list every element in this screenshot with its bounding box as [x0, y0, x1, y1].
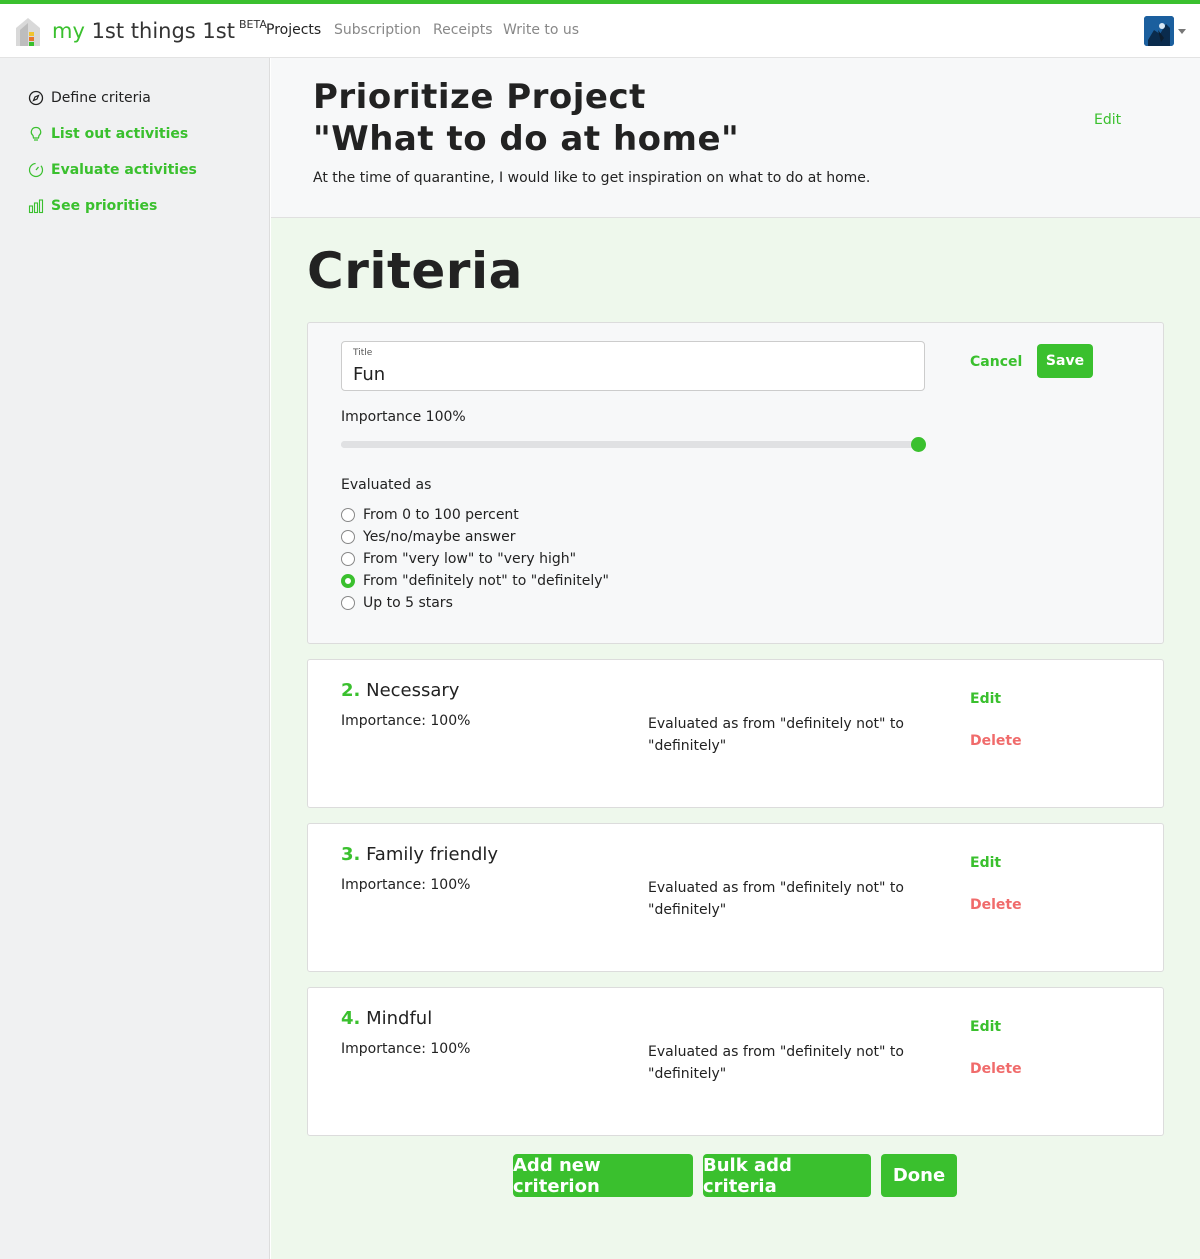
- save-button[interactable]: Save: [1037, 344, 1093, 378]
- nav-receipts[interactable]: Receipts: [433, 22, 493, 38]
- brand-name[interactable]: my 1st things 1st BETA: [52, 18, 267, 43]
- criterion-number: 3.: [341, 844, 361, 865]
- title-field-label: Title: [353, 348, 373, 358]
- avatar[interactable]: [1144, 16, 1174, 46]
- evaluation-options: From 0 to 100 percent Yes/no/maybe answe…: [341, 504, 609, 614]
- edit-criterion-button[interactable]: Edit: [970, 1019, 1001, 1035]
- top-navbar: my 1st things 1st BETA Projects Subscript…: [0, 4, 1200, 58]
- sidebar-item-see-priorities[interactable]: See priorities: [28, 196, 157, 216]
- criterion-importance: Importance: 100%: [341, 1041, 471, 1057]
- gauge-icon: [28, 162, 44, 178]
- radio-option-percent[interactable]: From 0 to 100 percent: [341, 504, 609, 526]
- house-logo-icon[interactable]: [14, 16, 42, 48]
- radio-option-definitely[interactable]: From "definitely not" to "definitely": [341, 570, 609, 592]
- importance-slider[interactable]: [341, 437, 926, 452]
- sidebar-item-label: Evaluate activities: [51, 162, 197, 178]
- edit-project-link[interactable]: Edit: [1094, 112, 1121, 128]
- radio-option-very-low-high[interactable]: From "very low" to "very high": [341, 548, 609, 570]
- criterion-importance: Importance: 100%: [341, 713, 471, 729]
- title-field[interactable]: Title Fun: [341, 341, 925, 391]
- delete-criterion-button[interactable]: Delete: [970, 897, 1022, 913]
- sidebar-item-evaluate-activities[interactable]: Evaluate activities: [28, 160, 197, 180]
- criterion-edit-card: Title Fun Cancel Save Importance 100% Ev…: [307, 322, 1164, 644]
- brand-prefix: my: [52, 19, 85, 43]
- lightbulb-icon: [30, 126, 42, 141]
- radio-label: From "very low" to "very high": [363, 551, 577, 567]
- criterion-importance: Importance: 100%: [341, 877, 471, 893]
- criterion-title: 3. Family friendly: [341, 844, 498, 865]
- criterion-title: 4. Mindful: [341, 1008, 432, 1029]
- beta-badge: BETA: [238, 18, 267, 31]
- add-criterion-button[interactable]: Add new criterion: [513, 1154, 693, 1197]
- importance-slider-fill: [341, 441, 918, 448]
- criterion-number: 2.: [341, 680, 361, 701]
- radio-label: Up to 5 stars: [363, 595, 453, 611]
- sidebar-item-list-activities[interactable]: List out activities: [28, 124, 188, 144]
- project-header: Prioritize Project "What to do at home" …: [271, 58, 1200, 218]
- radio-option-yes-no-maybe[interactable]: Yes/no/maybe answer: [341, 526, 609, 548]
- criterion-title: 2. Necessary: [341, 680, 459, 701]
- nav-write-to-us[interactable]: Write to us: [503, 22, 579, 38]
- radio-button[interactable]: [341, 596, 355, 610]
- criterion-name: Family friendly: [366, 844, 499, 865]
- page-title-line1: Prioritize Project: [313, 77, 646, 117]
- radio-label: Yes/no/maybe answer: [363, 529, 516, 545]
- sidebar-item-label: List out activities: [51, 126, 189, 142]
- bar-chart-icon: [28, 199, 44, 214]
- cancel-button[interactable]: Cancel: [970, 354, 1022, 370]
- criterion-name: Necessary: [366, 680, 460, 701]
- title-field-value[interactable]: Fun: [353, 364, 385, 385]
- radio-button[interactable]: [341, 530, 355, 544]
- edit-criterion-button[interactable]: Edit: [970, 855, 1001, 871]
- sidebar-item-label: See priorities: [51, 198, 158, 214]
- criterion-evaluation: Evaluated as from "definitely not" to "d…: [648, 880, 904, 918]
- sidebar-item-define-criteria[interactable]: Define criteria: [28, 88, 151, 108]
- radio-button[interactable]: [341, 552, 355, 566]
- page-title: Prioritize Project "What to do at home": [313, 76, 739, 160]
- project-description: At the time of quarantine, I would like …: [313, 170, 871, 186]
- bulk-add-criteria-button[interactable]: Bulk add criteria: [703, 1154, 871, 1197]
- nav-subscription[interactable]: Subscription: [334, 22, 421, 38]
- avatar-picture-icon: [1144, 16, 1174, 46]
- criterion-card-family-friendly: 3. Family friendly Importance: 100% Eval…: [307, 823, 1164, 972]
- radio-label: From "definitely not" to "definitely": [363, 573, 609, 589]
- nav-projects[interactable]: Projects: [266, 22, 321, 38]
- criterion-name: Mindful: [366, 1008, 433, 1029]
- criterion-number: 4.: [341, 1008, 361, 1029]
- criterion-card-necessary: 2. Necessary Importance: 100% Evaluated …: [307, 659, 1164, 808]
- criterion-card-mindful: 4. Mindful Importance: 100% Evaluated as…: [307, 987, 1164, 1136]
- radio-button[interactable]: [341, 508, 355, 522]
- evaluated-as-label: Evaluated as: [341, 477, 432, 493]
- importance-label: Importance 100%: [341, 409, 466, 425]
- compass-icon: [28, 90, 44, 106]
- radio-button[interactable]: [341, 574, 355, 588]
- radio-option-stars[interactable]: Up to 5 stars: [341, 592, 609, 614]
- done-button[interactable]: Done: [881, 1154, 957, 1197]
- brand-rest: 1st things 1st: [84, 19, 235, 43]
- delete-criterion-button[interactable]: Delete: [970, 733, 1022, 749]
- chevron-down-icon[interactable]: [1178, 29, 1186, 34]
- edit-criterion-button[interactable]: Edit: [970, 691, 1001, 707]
- delete-criterion-button[interactable]: Delete: [970, 1061, 1022, 1077]
- sidebar: Define criteria List out activities Eval…: [0, 58, 270, 1259]
- page-title-line2: "What to do at home": [313, 119, 740, 159]
- criterion-evaluation: Evaluated as from "definitely not" to "d…: [648, 716, 904, 754]
- section-title: Criteria: [307, 242, 523, 300]
- criteria-section: Criteria Title Fun Cancel Save Importanc…: [271, 218, 1200, 1259]
- radio-label: From 0 to 100 percent: [363, 507, 519, 523]
- importance-slider-handle[interactable]: [911, 437, 926, 452]
- criterion-evaluation: Evaluated as from "definitely not" to "d…: [648, 1044, 904, 1082]
- sidebar-item-label: Define criteria: [51, 90, 151, 106]
